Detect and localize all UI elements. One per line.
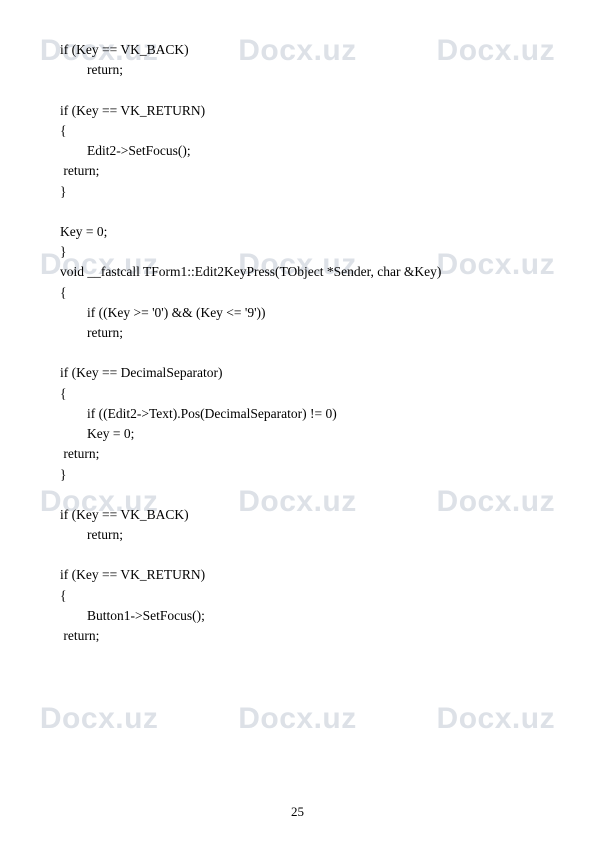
code-line: Edit2->SetFocus();: [60, 141, 550, 161]
code-line: if (Key == VK_BACK): [60, 40, 550, 60]
code-line: if ((Edit2->Text).Pos(DecimalSeparator) …: [60, 404, 550, 424]
code-line: {: [60, 121, 550, 141]
code-line: return;: [60, 626, 550, 646]
code-line: Key = 0;: [60, 424, 550, 444]
code-line: return;: [60, 60, 550, 80]
code-line: [60, 485, 550, 505]
code-line: {: [60, 586, 550, 606]
code-block: if (Key == VK_BACK) return;if (Key == VK…: [60, 40, 550, 646]
watermark-text: Docx.uz: [238, 702, 357, 736]
code-line: }: [60, 182, 550, 202]
code-line: }: [60, 465, 550, 485]
code-line: return;: [60, 444, 550, 464]
code-line: if (Key == DecimalSeparator): [60, 363, 550, 383]
page-number: 25: [0, 804, 595, 820]
code-line: [60, 343, 550, 363]
code-line: [60, 81, 550, 101]
code-line: void __fastcall TForm1::Edit2KeyPress(TO…: [60, 262, 550, 282]
code-line: if (Key == VK_RETURN): [60, 101, 550, 121]
watermark-row-4: Docx.uz Docx.uz Docx.uz: [0, 702, 595, 736]
code-line: }: [60, 242, 550, 262]
code-line: if ((Key >= '0') && (Key <= '9')): [60, 303, 550, 323]
code-line: [60, 202, 550, 222]
code-line: [60, 545, 550, 565]
code-line: if (Key == VK_BACK): [60, 505, 550, 525]
watermark-text: Docx.uz: [40, 702, 159, 736]
code-line: {: [60, 283, 550, 303]
code-line: if (Key == VK_RETURN): [60, 565, 550, 585]
code-line: return;: [60, 525, 550, 545]
code-line: Button1->SetFocus();: [60, 606, 550, 626]
code-line: Key = 0;: [60, 222, 550, 242]
watermark-text: Docx.uz: [437, 702, 556, 736]
code-line: return;: [60, 323, 550, 343]
code-line: return;: [60, 161, 550, 181]
code-line: {: [60, 384, 550, 404]
